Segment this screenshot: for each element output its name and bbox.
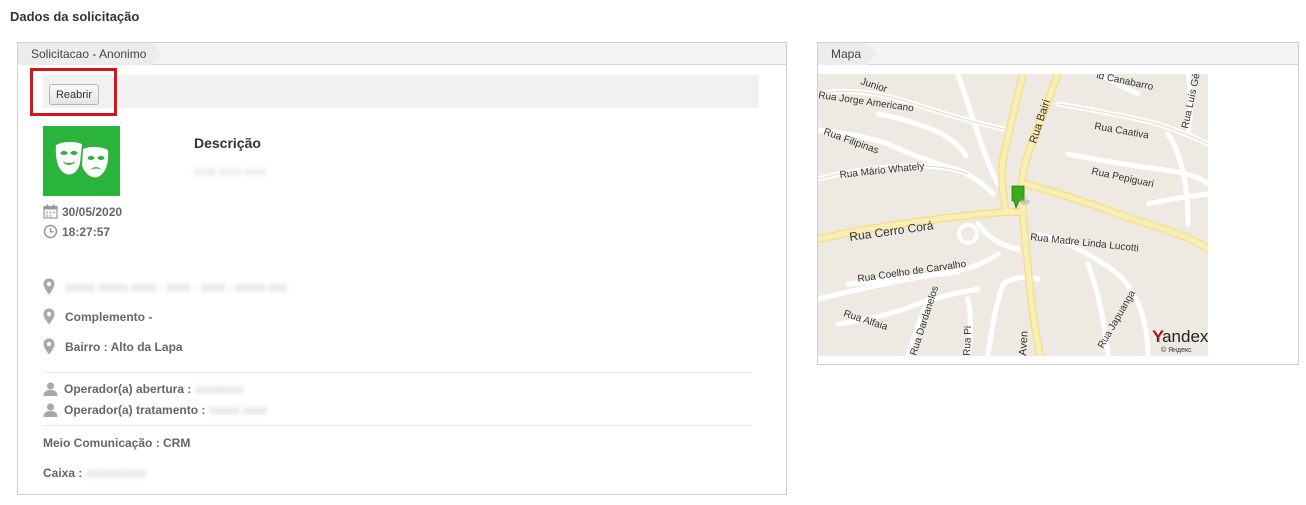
tab-arrow — [867, 42, 879, 66]
neighborhood-value: Bairro : Alto da Lapa — [65, 339, 183, 354]
complement-row: Complemento - — [43, 308, 152, 325]
request-panel: Solicitacao - Anonimo Reabrir Descrição … — [17, 42, 787, 495]
operator-open-value: xxxxxxxx — [195, 382, 244, 396]
svg-text:Y: Y — [1153, 327, 1164, 346]
divider — [43, 372, 752, 373]
time-row: 18:27:57 — [43, 224, 110, 239]
map-panel: Mapa Junior Rua Jorge Americano Rua Fili… — [817, 42, 1299, 365]
complement-value: Complemento - — [65, 309, 153, 324]
tab-request-label: Solicitacao - Anonimo — [18, 43, 153, 65]
action-toolbar — [43, 75, 759, 108]
clock-icon — [43, 224, 58, 239]
operator-open-label: Operador(a) abertura : — [64, 382, 192, 396]
page-title: Dados da solicitação — [10, 9, 140, 24]
neighborhood-row: Bairro : Alto da Lapa — [43, 338, 183, 355]
operator-open-row: Operador(a) abertura : xxxxxxxx — [43, 382, 243, 396]
box-value: xxxxxxxxxx — [86, 466, 147, 480]
divider — [43, 425, 752, 426]
map-pin-icon — [43, 308, 55, 325]
tab-map[interactable]: Mapa — [818, 42, 879, 66]
map-panel-header: Mapa — [818, 42, 1298, 66]
map-pin-icon — [43, 338, 55, 355]
channel-value: Meio Comunicação : CRM — [43, 436, 191, 450]
date-value: 30/05/2020 — [62, 204, 123, 219]
description-title: Descrição — [194, 135, 261, 151]
svg-text:Aven: Aven — [1017, 331, 1031, 356]
reopen-button[interactable]: Reabrir — [49, 84, 99, 105]
user-icon — [43, 403, 58, 417]
address-row: xxxxx xxxxx xxxx - xxxx - xxxx - xxxxx x… — [43, 278, 287, 295]
map-pin-icon — [43, 278, 55, 295]
request-panel-header: Solicitacao - Anonimo — [18, 42, 786, 66]
svg-text:© Яндекс: © Яндекс — [1161, 346, 1192, 354]
box-label: Caixa : — [43, 466, 83, 480]
channel-row: Meio Comunicação : CRM — [43, 436, 190, 450]
tab-request[interactable]: Solicitacao - Anonimo — [18, 42, 164, 66]
address-value: xxxxx xxxxx xxxx - xxxx - xxxx - xxxxx x… — [65, 279, 287, 294]
tab-arrow — [152, 42, 164, 66]
tab-map-label: Mapa — [818, 43, 868, 65]
time-value: 18:27:57 — [62, 224, 111, 239]
operator-treat-label: Operador(a) tratamento : — [64, 403, 206, 417]
theater-masks-icon — [43, 126, 120, 196]
operator-treat-row: Operador(a) tratamento : xxxxx xxxx — [43, 403, 267, 417]
description-value: xxxx xxxx xxxx — [194, 166, 267, 178]
date-row: 30/05/2020 — [43, 204, 122, 219]
calendar-icon — [43, 204, 58, 219]
operator-treat-value: xxxxx xxxx — [209, 403, 267, 417]
svg-text:Rua Pi: Rua Pi — [962, 326, 974, 356]
box-row: Caixa : xxxxxxxxxx — [43, 466, 146, 480]
user-icon — [43, 382, 58, 396]
map-view[interactable]: Junior Rua Jorge Americano Rua Filipinas… — [818, 74, 1208, 356]
